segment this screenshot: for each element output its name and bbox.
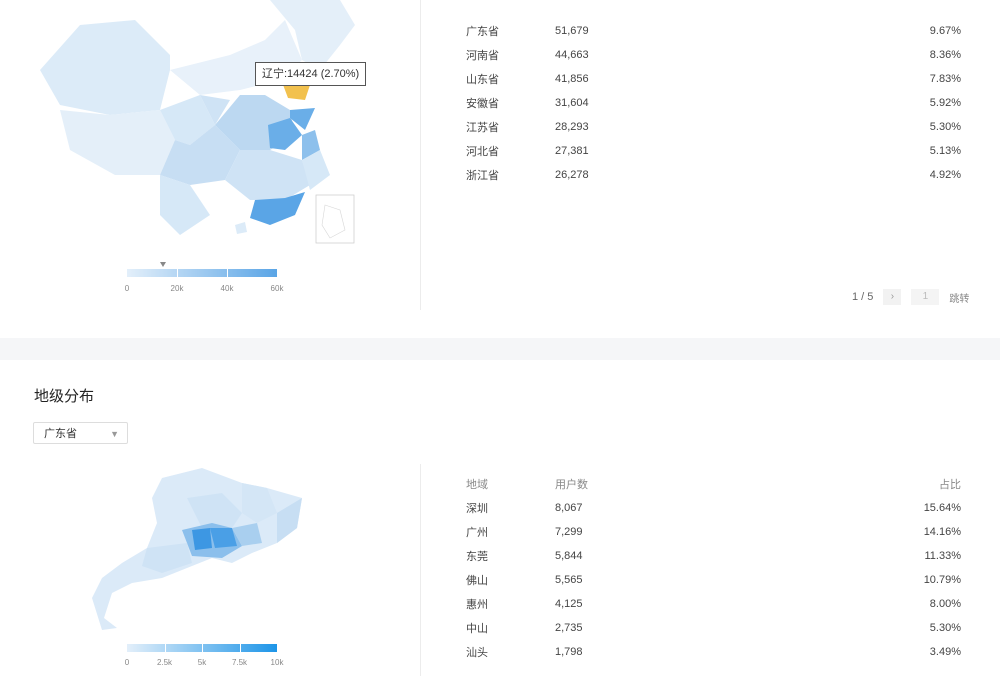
users-cell: 8,067: [555, 502, 583, 514]
region-cell: 山东省: [466, 74, 499, 86]
table-row: 浙江省 26,278 4.92%: [466, 163, 961, 187]
region-cell: 佛山: [466, 575, 488, 587]
region-cell: 浙江省: [466, 170, 499, 182]
pagination: 1 / 5 › 1 跳转: [852, 289, 969, 305]
column-header-users: 用户数: [555, 479, 588, 491]
users-cell: 31,604: [555, 97, 589, 109]
legend-tick-label: 10k: [270, 658, 284, 667]
section-title: 地级分布: [34, 388, 95, 405]
users-cell: 27,381: [555, 145, 589, 157]
legend-gradient-bar[interactable]: [127, 644, 277, 652]
region-cell: 中山: [466, 623, 488, 635]
table-row: 汕头 1,798 3.49%: [466, 640, 961, 664]
share-cell: 5.13%: [929, 145, 961, 157]
region-cell: 广东省: [466, 26, 499, 38]
next-page-button[interactable]: ›: [883, 289, 902, 305]
share-cell: 5.30%: [929, 622, 961, 634]
region-cell: 汕头: [466, 647, 488, 659]
vertical-divider: [420, 464, 421, 676]
legend-tick-label: 20k: [170, 284, 184, 293]
share-cell: 8.36%: [929, 49, 961, 61]
city-table: 地域 用户数 占比 深圳 8,067 15.64% 广州 7,299 14.16% 东莞 5,…: [466, 472, 961, 664]
legend-ticks: 0 2.5k 5k 7.5k 10k: [124, 658, 284, 670]
users-cell: 28,293: [555, 121, 589, 133]
legend-tick-label: 0: [124, 658, 130, 667]
region-cell: 江苏省: [466, 122, 499, 134]
page-status: 1 / 5: [852, 291, 874, 303]
province-select-value: 广东省: [44, 428, 77, 440]
table-row: 河北省 27,381 5.13%: [466, 139, 961, 163]
legend-ticks: 0 20k 40k 60k: [124, 284, 284, 296]
users-cell: 2,735: [555, 622, 583, 634]
region-cell: 河南省: [466, 50, 499, 62]
share-cell: 4.92%: [929, 169, 961, 181]
share-cell: 15.64%: [923, 502, 961, 514]
table-row: 广州 7,299 14.16%: [466, 520, 961, 544]
region-cell: 河北省: [466, 146, 499, 158]
vertical-divider: [420, 0, 421, 310]
region-cell: 深圳: [466, 503, 488, 515]
legend-separator: [227, 269, 228, 277]
province-table: 广东省 51,679 9.67% 河南省 44,663 8.36% 山东省 41,856 7.8…: [466, 19, 961, 187]
legend-gradient-bar[interactable]: [127, 269, 277, 277]
table-row: 江苏省 28,293 5.30%: [466, 115, 961, 139]
table-row: 中山 2,735 5.30%: [466, 616, 961, 640]
table-row: 河南省 44,663 8.36%: [466, 43, 961, 67]
china-province-map[interactable]: [40, 0, 370, 250]
legend-separator: [177, 269, 178, 277]
users-cell: 7,299: [555, 526, 583, 538]
users-cell: 4,125: [555, 598, 583, 610]
table-row: 佛山 5,565 10.79%: [466, 568, 961, 592]
region-cell: 广州: [466, 527, 488, 539]
share-cell: 3.49%: [929, 646, 961, 658]
province-color-legend: 0 20k 40k 60k: [125, 262, 283, 293]
chevron-down-icon: ▼: [110, 429, 119, 439]
legend-separator: [239, 644, 241, 652]
table-row: 山东省 41,856 7.83%: [466, 67, 961, 91]
share-cell: 8.00%: [929, 598, 961, 610]
map-tooltip: 辽宁:14424 (2.70%): [255, 62, 367, 86]
column-header-region: 地域: [466, 479, 488, 491]
province-select[interactable]: 广东省 ▼: [33, 422, 128, 444]
legend-tick-label: 40k: [220, 284, 234, 293]
share-cell: 7.83%: [929, 73, 961, 85]
users-cell: 1,798: [555, 646, 583, 658]
users-cell: 44,663: [555, 49, 589, 61]
jump-button[interactable]: 跳转: [949, 290, 969, 305]
table-row: 安徽省 31,604 5.92%: [466, 91, 961, 115]
share-cell: 9.67%: [929, 25, 961, 37]
users-cell: 5,565: [555, 574, 583, 586]
legend-separator: [164, 644, 166, 652]
legend-tick-label: 60k: [270, 284, 284, 293]
table-row: 深圳 8,067 15.64%: [466, 496, 961, 520]
region-cell: 惠州: [466, 599, 488, 611]
users-cell: 26,278: [555, 169, 589, 181]
column-header-share: 占比: [939, 479, 961, 491]
legend-tick-label: 2.5k: [156, 658, 173, 667]
table-row: 广东省 51,679 9.67%: [466, 19, 961, 43]
table-row: 东莞 5,844 11.33%: [466, 544, 961, 568]
legend-tick-label: 0: [124, 284, 130, 293]
share-cell: 10.79%: [923, 574, 961, 586]
share-cell: 5.30%: [929, 121, 961, 133]
region-cell: 东莞: [466, 551, 488, 563]
page-number-input[interactable]: 1: [911, 289, 940, 305]
legend-tick-label: 7.5k: [231, 658, 248, 667]
legend-tick-label: 5k: [197, 658, 207, 667]
share-cell: 14.16%: [923, 526, 961, 538]
share-cell: 11.33%: [924, 550, 962, 562]
city-color-legend: 0 2.5k 5k 7.5k 10k: [124, 644, 284, 674]
legend-marker: [160, 262, 167, 267]
region-cell: 安徽省: [466, 98, 499, 110]
share-cell: 5.92%: [929, 97, 961, 109]
guangdong-city-map[interactable]: [92, 468, 312, 633]
legend-separator: [202, 644, 203, 652]
users-cell: 5,844: [555, 550, 583, 562]
users-cell: 51,679: [555, 25, 589, 37]
users-cell: 41,856: [555, 73, 589, 85]
table-row: 惠州 4,125 8.00%: [466, 592, 961, 616]
province-distribution-card: 辽宁:14424 (2.70%) 0 20k 40k 60k 广东省 51,679 9.6…: [0, 0, 1000, 338]
